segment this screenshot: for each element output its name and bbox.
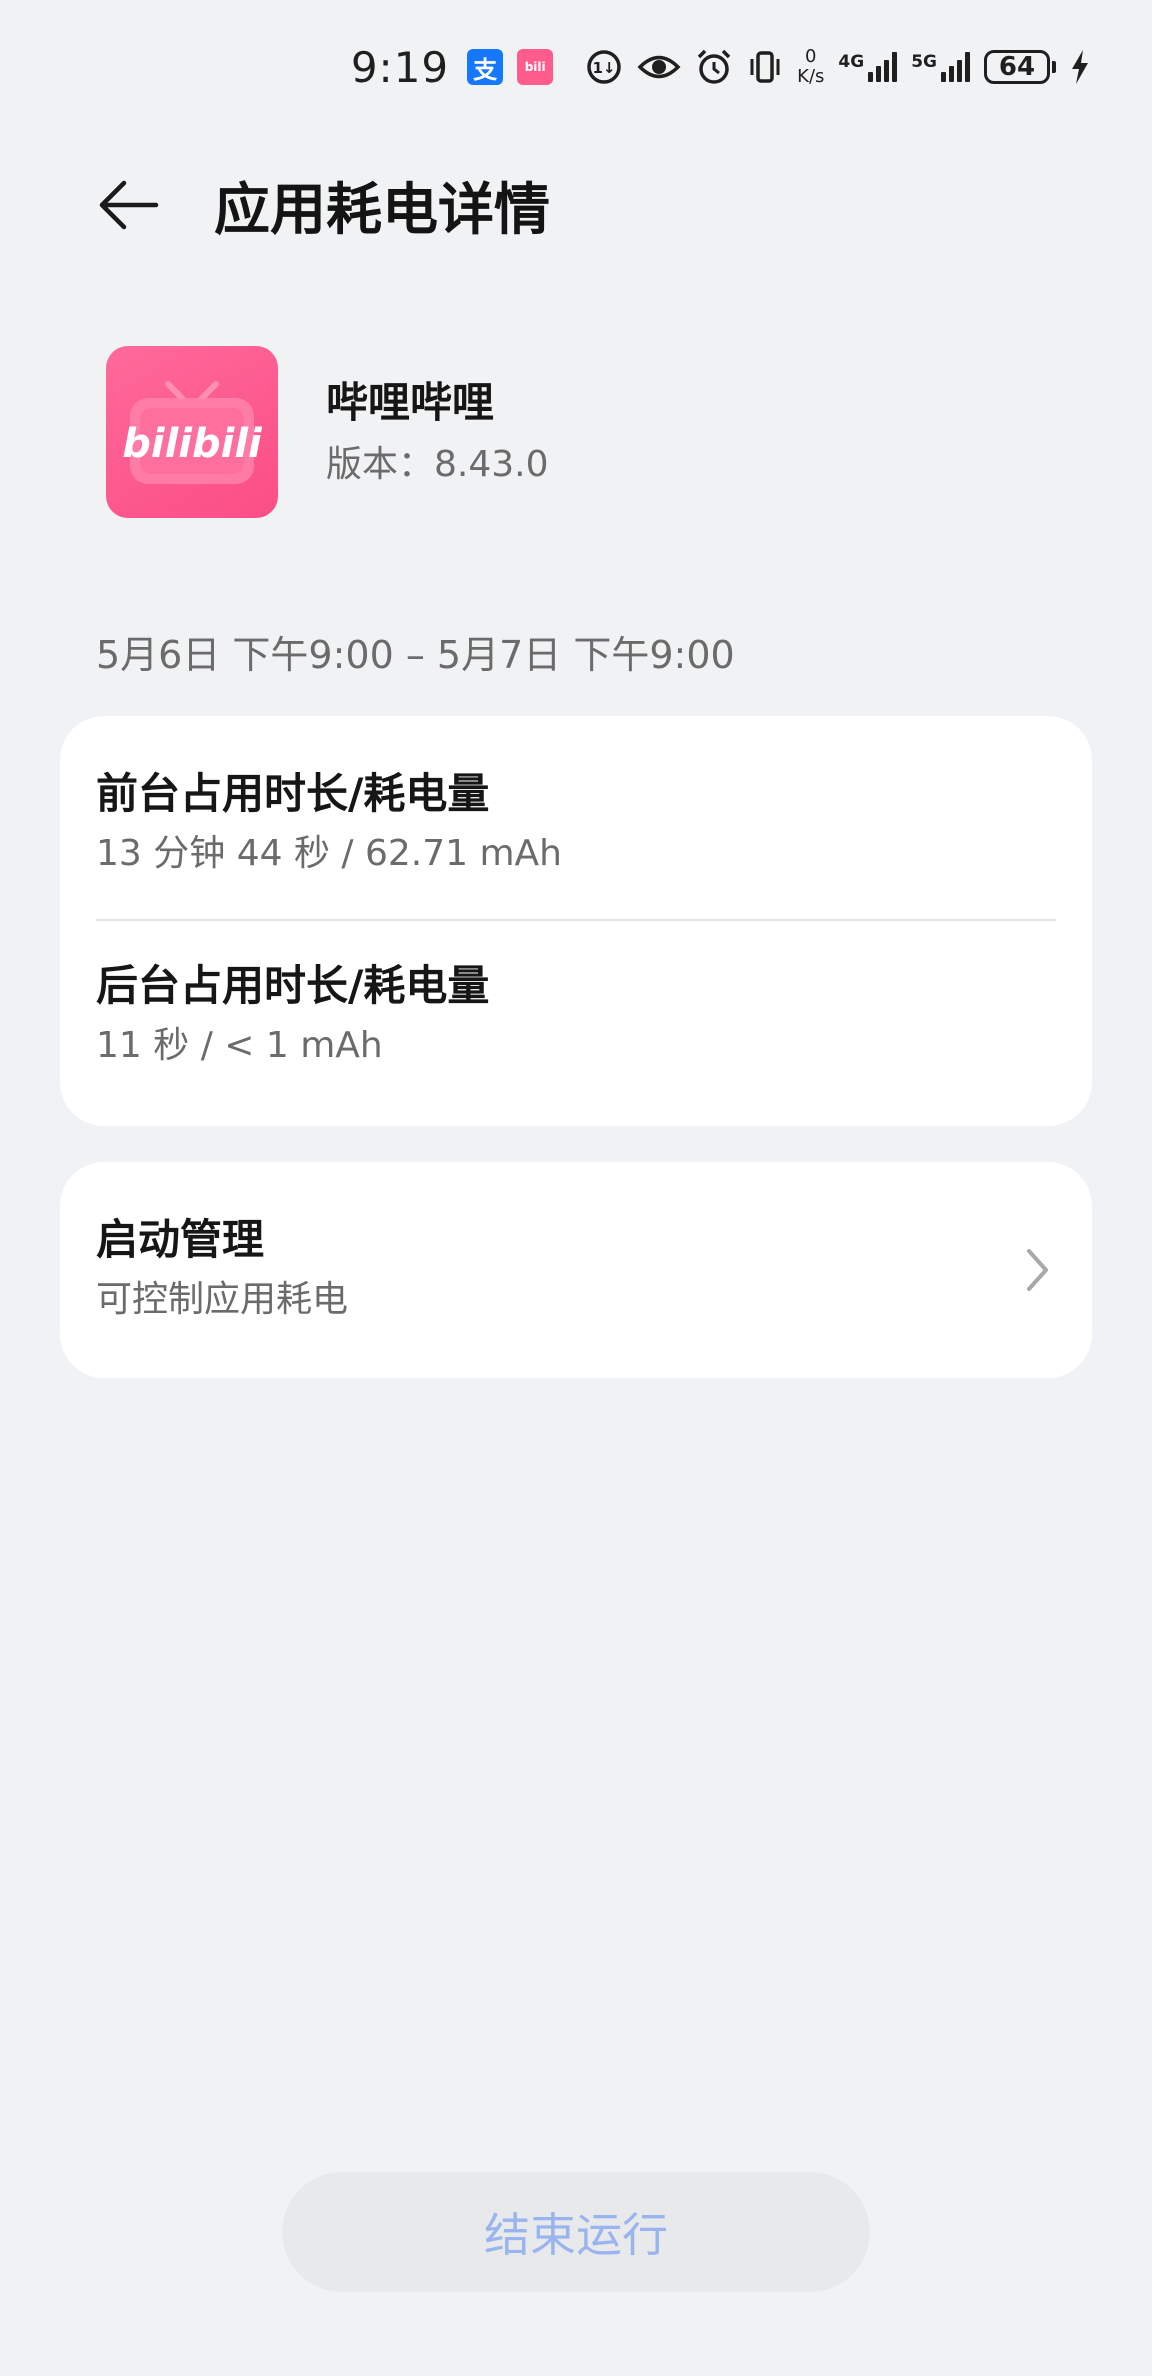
background-usage-label: 后台占用时长/耗电量 [96,961,490,1010]
network-speed-unit: K/s [797,66,825,87]
bilibili-notification-icon: bili [517,49,554,85]
sim2-signal-icon: 5G [911,52,970,82]
app-info: bilibili 哔哩哔哩 版本：8.43.0 [106,346,549,518]
background-usage-value: 11 秒 / < 1 mAh [96,1025,383,1066]
date-range: 5月6日 下午9:00 – 5月7日 下午9:00 [96,633,735,677]
battery-level: 64 [984,50,1050,84]
foreground-usage-label: 前台占用时长/耗电量 [96,769,490,818]
usage-card: 前台占用时长/耗电量 13 分钟 44 秒 / 62.71 mAh 后台占用时长… [60,716,1092,1126]
alipay-icon: 支 [467,49,504,85]
eye-comfort-icon [637,52,681,82]
vibrate-icon [747,49,783,85]
sim1-network-type: 4G [838,52,865,72]
header: 应用耗电详情 [96,160,550,250]
svg-text:1↓: 1↓ [593,59,616,77]
background-usage-row: 后台占用时长/耗电量 11 秒 / < 1 mAh [96,958,1056,1070]
startup-management-label: 启动管理 [96,1215,265,1264]
charging-icon [1070,49,1090,85]
divider [96,919,1056,921]
sim1-signal-icon: 4G [838,52,898,82]
back-button[interactable] [96,170,166,240]
network-speed: 0 K/s [797,47,824,87]
chevron-right-icon [1027,1249,1048,1291]
status-time: 9:19 [350,42,450,92]
bilibili-app-icon: bilibili [106,346,278,518]
battery-icon: 64 [984,50,1056,84]
app-name: 哔哩哔哩 [326,378,495,427]
sim2-network-type: 5G [911,52,937,72]
foreground-usage-value: 13 分钟 44 秒 / 62.71 mAh [96,833,562,874]
data-saver-icon: 1↓ [585,48,623,86]
startup-management-item[interactable]: 启动管理 可控制应用耗电 [60,1162,1092,1378]
startup-management-sublabel: 可控制应用耗电 [96,1279,349,1320]
back-arrow-icon [99,180,159,230]
alarm-icon [695,48,733,86]
end-running-button[interactable]: 结束运行 [282,2172,870,2292]
status-bar: 9:19 支 bili 1↓ 0 K/s 4G 5G 64 [351,38,1090,96]
foreground-usage-row: 前台占用时长/耗电量 13 分钟 44 秒 / 62.71 mAh [96,766,1056,878]
svg-text:bilibili: bilibili [122,421,263,467]
app-version: 版本：8.43.0 [326,444,549,485]
page-title: 应用耗电详情 [214,177,550,243]
network-speed-value: 0 [805,46,817,67]
